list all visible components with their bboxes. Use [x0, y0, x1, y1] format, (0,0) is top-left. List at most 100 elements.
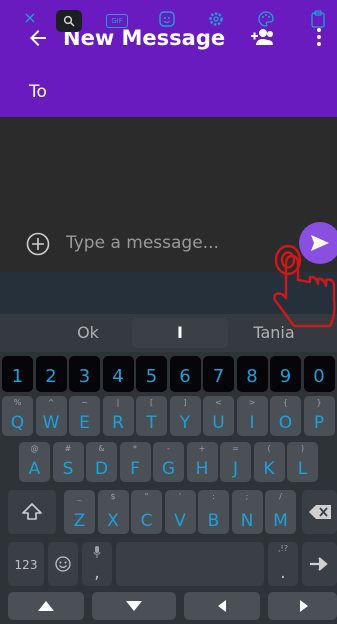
key-1[interactable]: 1 [2, 356, 33, 392]
numbers-switch-key[interactable]: 123 [8, 542, 44, 586]
arrow-right-icon [300, 600, 308, 612]
key-m[interactable]: / M [265, 490, 296, 534]
key-5[interactable]: 5 [136, 356, 167, 392]
key-2[interactable]: 2 [35, 356, 67, 392]
period-key[interactable]: ,!? . [268, 542, 298, 586]
key-v[interactable]: ' V [164, 490, 196, 534]
gear-icon[interactable] [206, 10, 226, 32]
key-6[interactable]: 6 [169, 356, 201, 392]
shift-key[interactable] [8, 490, 56, 534]
suggestion-center[interactable]: I [132, 318, 228, 348]
key-hint: - [167, 444, 170, 453]
sticker-icon[interactable] [157, 10, 177, 32]
key-r[interactable]: | R [102, 396, 134, 436]
key-a[interactable]: @ A [19, 442, 50, 482]
search-icon[interactable] [56, 10, 82, 32]
key-label: N [240, 511, 254, 531]
key-b[interactable]: :B [198, 490, 229, 534]
gif-button[interactable]: GIF [106, 14, 128, 28]
to-field-label[interactable]: To [29, 82, 47, 102]
key-label: 4 [112, 366, 124, 387]
suggestion-left[interactable]: Ok [50, 318, 126, 348]
key-k[interactable]: (K [253, 442, 285, 482]
key-0[interactable]: 0 [303, 356, 335, 392]
emoji-key[interactable] [48, 542, 78, 586]
key-hint: < [215, 398, 222, 407]
backspace-key[interactable] [302, 490, 337, 534]
key-label: D [94, 459, 109, 479]
emoji-icon [55, 556, 71, 572]
enter-arrow-icon [309, 557, 328, 571]
key-p[interactable]: } P [303, 396, 335, 436]
close-toolbar-icon[interactable]: × [20, 8, 40, 30]
key-label: P [313, 413, 325, 433]
key-n[interactable]: ; N [231, 490, 263, 534]
key-hint: / [279, 492, 282, 501]
key-j[interactable]: = J [220, 442, 251, 482]
key-g[interactable]: -G [153, 442, 184, 482]
key-label: Z [73, 511, 86, 531]
key-hint: ( [267, 444, 271, 453]
key-8[interactable]: 8 [236, 356, 268, 392]
clipboard-icon[interactable] [310, 10, 326, 32]
key-t[interactable]: [T [136, 396, 167, 436]
key-hint: { [282, 398, 289, 407]
key-9[interactable]: 9 [270, 356, 301, 392]
key-hint: * [133, 444, 137, 453]
key-o[interactable]: {O [270, 396, 301, 436]
key-label: 7 [212, 366, 225, 387]
key-l[interactable]: ) L [287, 442, 318, 482]
enter-key[interactable] [302, 542, 337, 586]
key-d[interactable]: & D [86, 442, 117, 482]
key-label: A [28, 459, 41, 479]
key-label: Q [10, 413, 25, 433]
key-label: 5 [145, 366, 158, 387]
key-s[interactable]: # S [52, 442, 84, 482]
add-attachment-icon[interactable] [26, 232, 50, 256]
key-hint: } [316, 398, 322, 407]
key-w[interactable]: ^ W [35, 396, 67, 436]
keyboard-toolbar [0, 272, 337, 314]
key-label: B [207, 511, 220, 531]
suggestion-right[interactable]: Tania [236, 318, 312, 348]
message-input[interactable] [66, 230, 266, 256]
send-button[interactable] [299, 222, 337, 264]
key-hint: ) [300, 444, 305, 453]
cursor-up-key[interactable] [8, 592, 84, 620]
space-bar[interactable] [116, 542, 264, 586]
key-label: C [140, 511, 153, 531]
key-z[interactable]: _ Z [64, 490, 95, 534]
key-label: 6 [179, 366, 191, 387]
shift-icon [22, 503, 42, 520]
comma-key[interactable]: , [82, 542, 112, 586]
key-hint: > [248, 398, 256, 407]
key-hint: @ [30, 444, 39, 453]
key-y[interactable]: ] Y [169, 396, 201, 436]
send-icon [311, 235, 329, 251]
key-label: X [107, 511, 119, 531]
key-u[interactable]: < U [203, 396, 234, 436]
cursor-left-key[interactable] [184, 592, 260, 620]
key-q[interactable]: % Q [2, 396, 33, 436]
key-label: 0 [313, 366, 325, 387]
palette-icon[interactable] [256, 10, 276, 32]
key-hint: " [144, 492, 149, 501]
cursor-down-key[interactable] [92, 592, 176, 620]
key-h[interactable]: + H [186, 442, 218, 482]
key-hint: % [13, 398, 22, 407]
key-hint: | [116, 398, 120, 407]
key-hint: ; [245, 492, 249, 501]
key-x[interactable]: $ X [97, 490, 129, 534]
cursor-right-key[interactable] [268, 592, 337, 620]
key-7[interactable]: 7 [203, 356, 234, 392]
key-c[interactable]: " C [131, 490, 162, 534]
key-label: V [174, 511, 186, 531]
key-3[interactable]: 3 [69, 356, 100, 392]
key-i[interactable]: > I [236, 396, 268, 436]
key-4[interactable]: 4 [102, 356, 134, 392]
key-label: R [112, 413, 124, 433]
key-e[interactable]: ~ E [69, 396, 100, 436]
key-label: 3 [78, 366, 91, 387]
arrow-up-icon [38, 601, 54, 611]
key-f[interactable]: * F [119, 442, 151, 482]
